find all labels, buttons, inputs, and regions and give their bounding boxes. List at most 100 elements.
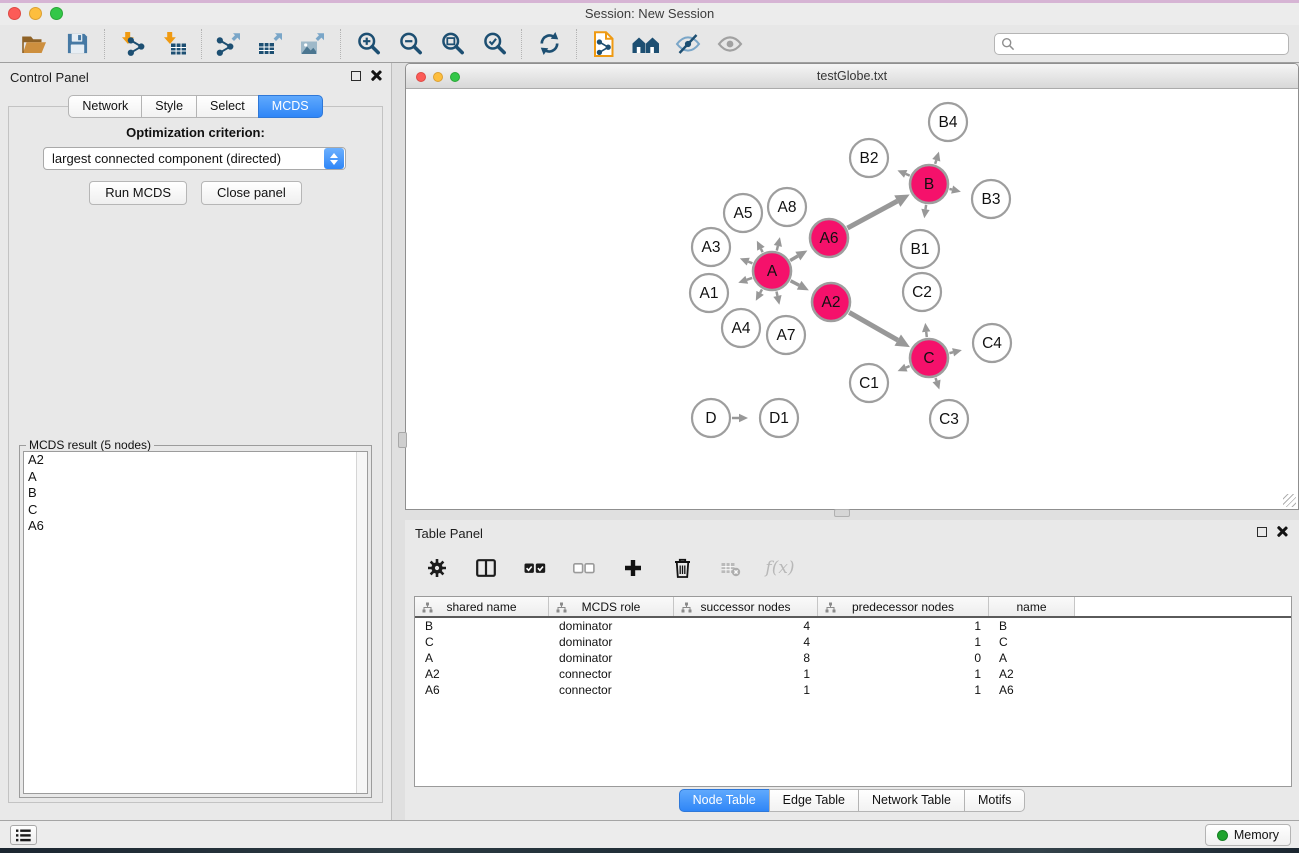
table-cell[interactable]: 1 <box>818 619 989 633</box>
settings-gear-icon[interactable] <box>423 554 451 582</box>
table-cell[interactable]: connector <box>549 683 674 697</box>
status-menu-button[interactable] <box>10 825 37 845</box>
table-row[interactable]: A6connector11A6 <box>415 682 1291 698</box>
graph-node-C3[interactable]: C3 <box>930 400 968 438</box>
graph-edge-B-B3[interactable] <box>949 189 952 190</box>
graph-edge-B-B1[interactable] <box>925 205 926 210</box>
export-table-icon[interactable] <box>257 30 285 58</box>
table-float-panel-icon[interactable] <box>1257 527 1267 537</box>
search-box[interactable] <box>994 33 1289 55</box>
graph-node-A[interactable]: A <box>753 252 791 290</box>
graph-edge-C-C4[interactable] <box>949 352 953 353</box>
table-cell[interactable]: 0 <box>818 651 989 665</box>
table-cell[interactable]: A <box>989 651 1075 665</box>
refresh-icon[interactable] <box>535 30 563 58</box>
hide-edges-icon[interactable] <box>674 30 702 58</box>
graph-node-B1[interactable]: B1 <box>901 230 939 268</box>
deselect-all-icon[interactable] <box>570 554 598 582</box>
float-panel-icon[interactable] <box>351 71 361 81</box>
zoom-fit-icon[interactable] <box>438 30 466 58</box>
column-header-successor-nodes[interactable]: successor nodes <box>674 597 818 616</box>
graph-node-A6[interactable]: A6 <box>810 219 848 257</box>
graph-node-C1[interactable]: C1 <box>850 364 888 402</box>
graph-node-A5[interactable]: A5 <box>724 194 762 232</box>
graph-node-A3[interactable]: A3 <box>692 228 730 266</box>
tab-node-table[interactable]: Node Table <box>679 789 770 812</box>
table-cell[interactable]: connector <box>549 667 674 681</box>
table-row[interactable]: A2connector11A2 <box>415 666 1291 682</box>
new-network-from-selection-icon[interactable] <box>590 30 618 58</box>
mcds-result-item[interactable]: B <box>24 485 367 502</box>
graph-node-A2[interactable]: A2 <box>812 283 850 321</box>
tab-style[interactable]: Style <box>141 95 197 118</box>
close-panel-button[interactable]: Close panel <box>201 181 302 205</box>
tab-select[interactable]: Select <box>196 95 259 118</box>
graph-node-C4[interactable]: C4 <box>973 324 1011 362</box>
column-header-MCDS-role[interactable]: MCDS role <box>549 597 674 616</box>
save-session-icon[interactable] <box>63 30 91 58</box>
table-cell[interactable]: 1 <box>818 667 989 681</box>
graph-node-B2[interactable]: B2 <box>850 139 888 177</box>
table-row[interactable]: Cdominator41C <box>415 634 1291 650</box>
resize-grip-icon[interactable] <box>1283 494 1296 507</box>
table-cell[interactable]: B <box>415 619 549 633</box>
graph-edge-B-B4[interactable] <box>935 160 936 164</box>
column-layout-icon[interactable] <box>472 554 500 582</box>
table-cell[interactable]: dominator <box>549 635 674 649</box>
column-header-shared-name[interactable]: shared name <box>415 597 549 616</box>
table-cell[interactable]: dominator <box>549 651 674 665</box>
run-mcds-button[interactable]: Run MCDS <box>89 181 187 205</box>
network-window-titlebar[interactable]: testGlobe.txt <box>406 64 1298 89</box>
houses-icon[interactable] <box>632 30 660 58</box>
table-cell[interactable]: A2 <box>989 667 1075 681</box>
graph-node-B3[interactable]: B3 <box>972 180 1010 218</box>
graph-node-A1[interactable]: A1 <box>690 274 728 312</box>
mcds-result-item[interactable]: C <box>24 502 367 519</box>
column-header-name[interactable]: name <box>989 597 1075 616</box>
horizontal-splitter-handle[interactable] <box>834 509 850 517</box>
graph-node-B[interactable]: B <box>910 165 948 203</box>
table-cell[interactable]: C <box>989 635 1075 649</box>
table-cell[interactable]: 1 <box>674 667 818 681</box>
zoom-out-icon[interactable] <box>396 30 424 58</box>
import-network-icon[interactable] <box>118 30 146 58</box>
tab-network-table[interactable]: Network Table <box>858 789 965 812</box>
table-cell[interactable]: C <box>415 635 549 649</box>
mcds-result-item[interactable]: A6 <box>24 518 367 535</box>
graph-node-B4[interactable]: B4 <box>929 103 967 141</box>
export-network-icon[interactable] <box>215 30 243 58</box>
table-cell[interactable]: A6 <box>415 683 549 697</box>
graph-edge-A-A6[interactable] <box>790 256 798 260</box>
table-cell[interactable]: B <box>989 619 1075 633</box>
network-graph[interactable]: AA1A2A3A4A5A6A7A8BB1B2B3B4CC1C2C3C4DD1 <box>406 89 1298 509</box>
close-panel-icon[interactable] <box>370 70 381 81</box>
graph-node-C[interactable]: C <box>910 339 948 377</box>
mcds-result-list[interactable]: A2ABCA6 <box>23 451 368 794</box>
open-file-icon[interactable] <box>21 30 49 58</box>
tab-motifs[interactable]: Motifs <box>964 789 1025 812</box>
graph-edge-C-C3[interactable] <box>936 378 937 381</box>
search-input[interactable] <box>1020 37 1282 51</box>
graph-node-A8[interactable]: A8 <box>768 188 806 226</box>
graph-edge-A-A5[interactable] <box>761 249 763 252</box>
graph-edge-C-C2[interactable] <box>926 332 927 337</box>
vertical-splitter-handle[interactable] <box>398 432 407 448</box>
tab-network[interactable]: Network <box>68 95 142 118</box>
graph-edge-A-A3[interactable] <box>748 262 752 264</box>
graph-edge-B-B2[interactable] <box>906 174 910 176</box>
result-scrollbar[interactable] <box>356 452 367 793</box>
graph-node-D[interactable]: D <box>692 399 730 437</box>
import-table-icon[interactable] <box>160 30 188 58</box>
table-cell[interactable]: 1 <box>674 683 818 697</box>
column-header-predecessor-nodes[interactable]: predecessor nodes <box>818 597 989 616</box>
add-row-icon[interactable] <box>619 554 647 582</box>
table-close-panel-icon[interactable] <box>1276 526 1287 537</box>
zoom-in-icon[interactable] <box>354 30 382 58</box>
select-all-icon[interactable] <box>521 554 549 582</box>
table-cell[interactable]: 4 <box>674 619 818 633</box>
graph-edge-A-A4[interactable] <box>760 289 762 292</box>
graph-node-C2[interactable]: C2 <box>903 273 941 311</box>
graph-node-A7[interactable]: A7 <box>767 316 805 354</box>
graph-edge-A2-C[interactable] <box>849 312 898 340</box>
graph-edge-C-C1[interactable] <box>906 366 910 368</box>
